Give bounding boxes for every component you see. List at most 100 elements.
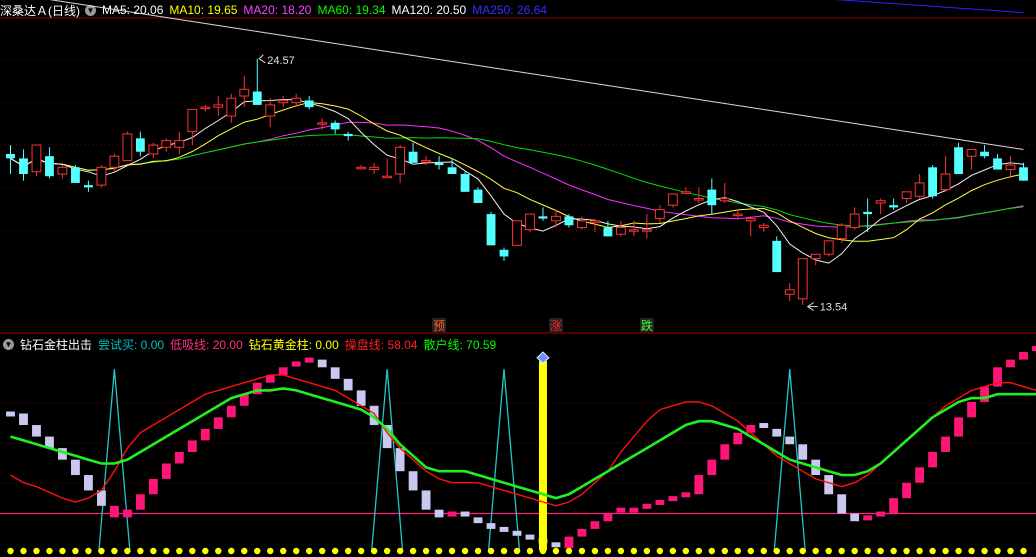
candle-body bbox=[96, 166, 107, 186]
baseline-dot bbox=[539, 547, 547, 555]
chart-canvas: 24.57 13.54 预 涨 跌 bbox=[0, 0, 1036, 555]
baseline-dot bbox=[176, 547, 183, 555]
candle-body bbox=[954, 147, 963, 174]
baseline-dot bbox=[669, 547, 677, 555]
candle-body bbox=[849, 213, 860, 228]
baseline-dot bbox=[1020, 547, 1027, 555]
trend-bar bbox=[226, 405, 236, 418]
baseline-dot bbox=[1007, 547, 1014, 555]
candle-body bbox=[680, 191, 691, 194]
trend-bar bbox=[1032, 346, 1036, 352]
candle-body bbox=[304, 100, 314, 108]
trend-bar bbox=[200, 428, 210, 441]
trend-bar bbox=[109, 505, 119, 518]
candle-body bbox=[343, 133, 353, 137]
baseline-dot bbox=[734, 547, 741, 555]
trend-bar bbox=[694, 475, 704, 495]
candle-body bbox=[797, 258, 808, 300]
baseline-dot bbox=[422, 547, 430, 555]
candle-body bbox=[447, 167, 457, 174]
baseline-dot bbox=[773, 547, 780, 555]
candle-body bbox=[564, 216, 574, 226]
ma120-line bbox=[49, 0, 1024, 150]
trend-bar bbox=[863, 515, 873, 521]
baseline-dot bbox=[786, 547, 793, 555]
trend-bar bbox=[889, 498, 899, 514]
baseline-dot bbox=[825, 547, 832, 555]
baseline-dot bbox=[215, 547, 222, 555]
baseline-dot bbox=[942, 547, 949, 555]
baseline-dot bbox=[955, 547, 962, 555]
baseline-dot bbox=[46, 547, 53, 555]
trend-bar bbox=[148, 478, 158, 495]
baseline-dot bbox=[500, 547, 508, 555]
baseline-dot bbox=[812, 547, 819, 555]
baseline-dot bbox=[344, 547, 352, 555]
candle-body bbox=[330, 122, 340, 130]
baseline-dot bbox=[994, 547, 1001, 555]
trend-bar bbox=[525, 534, 535, 540]
trend-bar bbox=[564, 536, 574, 549]
trend-bar bbox=[681, 492, 691, 498]
baseline-dot bbox=[20, 547, 27, 555]
candle-body bbox=[654, 209, 665, 220]
candle-body bbox=[291, 97, 302, 104]
baseline-dot bbox=[552, 547, 560, 555]
trend-bar bbox=[278, 367, 288, 376]
baseline-dot bbox=[903, 547, 910, 555]
signal-marker-预: 预 bbox=[433, 319, 445, 333]
trend-bar bbox=[720, 444, 730, 460]
candle-body bbox=[1005, 164, 1016, 171]
trend-bar bbox=[733, 432, 743, 445]
candle-body bbox=[71, 167, 80, 183]
candle-body bbox=[6, 153, 15, 159]
baseline-dot bbox=[461, 547, 469, 555]
candle-body bbox=[317, 122, 328, 125]
baseline-dot bbox=[202, 547, 209, 555]
candle-body bbox=[577, 220, 587, 228]
baseline-dot bbox=[864, 547, 871, 555]
baseline-dot bbox=[721, 547, 728, 555]
baseline-dot bbox=[396, 547, 404, 555]
baseline-dot bbox=[760, 547, 767, 555]
candle-body bbox=[784, 289, 795, 295]
candle-body bbox=[161, 140, 172, 148]
trend-bar bbox=[304, 357, 314, 363]
high-price-arrow bbox=[258, 54, 266, 64]
trend-bar bbox=[941, 436, 950, 452]
candle-body bbox=[914, 182, 925, 197]
candle-body bbox=[667, 193, 678, 206]
trend-bar bbox=[408, 471, 418, 491]
trend-bar bbox=[84, 475, 93, 491]
candle-body bbox=[745, 218, 756, 222]
golden-column bbox=[538, 359, 547, 552]
candle-body bbox=[693, 198, 704, 201]
baseline-dot bbox=[916, 547, 923, 555]
candle-body bbox=[512, 220, 522, 246]
trend-bar bbox=[616, 507, 626, 513]
candle-body bbox=[1019, 167, 1028, 181]
trend-bar bbox=[1019, 351, 1028, 360]
baseline-dot bbox=[487, 547, 495, 555]
candle-body bbox=[369, 166, 380, 171]
baseline-dot bbox=[474, 547, 482, 555]
baseline-dot bbox=[565, 547, 573, 555]
candle-body bbox=[719, 198, 730, 202]
candle-body bbox=[966, 148, 977, 157]
chart-window: 深桑达Ａ(日线) ▼ MA5: 20.06 MA10: 19.65 MA20: … bbox=[0, 0, 1036, 557]
ma20-line bbox=[10, 121, 1024, 228]
trend-bar bbox=[824, 475, 834, 495]
trend-bar bbox=[668, 496, 678, 502]
trend-bar bbox=[174, 451, 184, 464]
trend-bar bbox=[642, 503, 652, 509]
trend-bar bbox=[32, 425, 41, 437]
candle-body bbox=[772, 240, 782, 273]
trend-bar bbox=[707, 459, 717, 476]
trend-bar bbox=[434, 509, 444, 518]
baseline-dot bbox=[695, 547, 703, 555]
baseline-dot bbox=[838, 547, 845, 555]
baseline-dot bbox=[98, 547, 105, 555]
baseline-dot bbox=[890, 547, 897, 555]
trend-bar bbox=[460, 511, 470, 517]
candle-body bbox=[928, 167, 938, 197]
